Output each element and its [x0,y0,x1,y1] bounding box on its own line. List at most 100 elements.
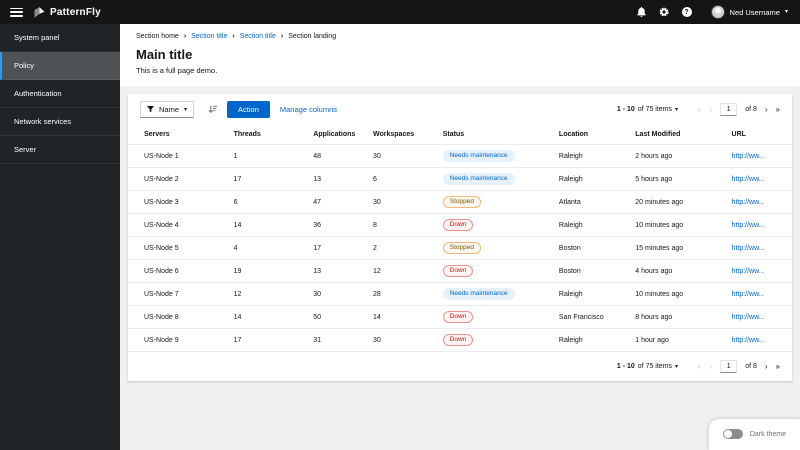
column-header-workspaces: Workspaces [373,131,415,138]
status-badge: Down [442,334,474,346]
breadcrumb-separator-icon: › [183,33,187,40]
cell-status: Down [436,305,553,329]
column-header-server: Servers [144,131,170,138]
first-page-button[interactable]: « [697,105,701,114]
sidebar-nav: System panel Policy Authentication Network … [0,24,120,450]
page-header: Section home › Section title › Section title… [120,24,800,86]
action-button[interactable]: Action [227,101,270,118]
url-link[interactable]: http://ww... [732,314,765,321]
toolbar: Name ▾ Action Manage columns 1 - 10 of 7… [128,94,792,125]
cell-server: US-Node 9 [128,328,228,351]
first-page-button[interactable]: « [697,362,701,371]
pagination-bottom: 1 - 10 of 75 items ▾ « ‹ of 8 › » [617,360,780,373]
nav-toggle-hamburger-icon[interactable] [10,7,23,17]
cell-url: http://ww... [725,144,792,168]
url-link[interactable]: http://ww... [732,268,765,275]
notifications-bell-icon[interactable] [636,7,646,17]
chevron-down-icon: ▾ [184,106,188,113]
cell-url: http://ww... [725,282,792,306]
cell-applications: 13 [307,167,368,191]
status-badge: Down [442,311,474,323]
breadcrumb-item[interactable]: Section title [240,33,276,40]
sidebar-item-network-services[interactable]: Network services [0,108,120,136]
last-page-button[interactable]: » [776,362,780,371]
table-row: US-Node 4 14 36 8 Down Raleigh 10 minutes ago h… [128,213,792,237]
help-question-icon[interactable]: ? [681,7,692,17]
cell-modified: 15 minutes ago [629,236,726,260]
url-link[interactable]: http://ww... [732,153,765,160]
brand[interactable]: PatternFly [33,6,101,19]
current-page-input[interactable] [720,103,738,116]
toggle-knob [723,430,732,438]
cell-applications: 13 [307,259,368,283]
sidebar-item-system-panel[interactable]: System panel [0,24,120,52]
url-link[interactable]: http://ww... [732,337,765,344]
page-subtitle: This is a full page demo. [136,66,218,75]
sort-button[interactable] [208,105,218,114]
column-header-threads: Threads [233,131,261,138]
cell-workspaces: 8 [367,213,437,237]
pagination-range-dropdown[interactable]: 1 - 10 of 75 items ▾ [617,106,678,113]
cell-status: Down [436,328,553,351]
chevron-down-icon: ▾ [784,9,788,15]
cell-threads: 17 [227,167,308,191]
cell-url: http://ww... [725,213,792,237]
cell-status: Needs maintenance [436,282,553,306]
cell-status: Needs maintenance [436,167,553,191]
cell-workspaces: 12 [367,259,437,283]
cell-threads: 14 [227,305,308,329]
cell-status: Down [436,213,553,237]
cell-location: Raleigh [552,167,630,191]
cell-url: http://ww... [725,259,792,283]
chevron-down-icon: ▾ [675,106,679,113]
table-header-row: Servers Threads Applications Workspaces Stat… [128,125,792,145]
breadcrumb-item[interactable]: Section title [191,33,227,40]
cell-location: Raleigh [552,144,630,168]
cell-server: US-Node 3 [128,190,228,214]
sidebar-item-server[interactable]: Server [0,136,120,164]
table-row: US-Node 9 17 31 30 Down Raleigh 1 hour ago http… [128,328,792,351]
current-page-input[interactable] [720,360,738,373]
next-page-button[interactable]: › [765,362,768,371]
url-link[interactable]: http://ww... [732,245,765,252]
url-link[interactable]: http://ww... [732,222,765,229]
column-header-modified: Last Modified [635,131,681,138]
cell-server: US-Node 2 [128,167,228,191]
cell-workspaces: 2 [367,236,437,260]
filter-dropdown[interactable]: Name ▾ [140,101,195,118]
cell-status: Needs maintenance [436,144,553,168]
settings-gear-icon[interactable] [658,7,669,17]
manage-columns-link[interactable]: Manage columns [280,105,337,114]
prev-page-button[interactable]: ‹ [710,105,713,114]
page-title: Main title [136,47,193,62]
table-body: US-Node 1 1 48 30 Needs maintenance Raleigh 2 … [128,144,792,351]
cell-applications: 17 [307,236,368,260]
prev-page-button[interactable]: ‹ [710,362,713,371]
cell-threads: 14 [227,213,308,237]
cell-applications: 50 [307,305,368,329]
cell-applications: 47 [307,190,368,214]
sidebar-item-authentication[interactable]: Authentication [0,80,120,108]
card-footer: 1 - 10 of 75 items ▾ « ‹ of 8 › » [128,351,792,381]
url-link[interactable]: http://ww... [732,199,765,206]
sidebar-item-policy[interactable]: Policy [0,52,120,80]
last-page-button[interactable]: » [776,105,780,114]
status-badge: Down [442,265,474,277]
cell-url: http://ww... [725,167,792,191]
table-row: US-Node 5 4 17 2 Stopped Boston 15 minutes ago… [128,236,792,260]
cell-server: US-Node 1 [128,144,228,168]
cell-applications: 31 [307,328,368,351]
cell-applications: 48 [307,144,368,168]
cell-location: Raleigh [552,213,630,237]
breadcrumb-item: Section home [136,33,179,40]
next-page-button[interactable]: › [765,105,768,114]
url-link[interactable]: http://ww... [732,291,765,298]
pagination-range-dropdown[interactable]: 1 - 10 of 75 items ▾ [617,363,678,370]
dark-theme-toggle[interactable] [722,429,743,439]
url-link[interactable]: http://ww... [732,176,765,183]
cell-server: US-Node 8 [128,305,228,329]
filter-funnel-icon [147,106,154,113]
cell-status: Stopped [436,190,553,214]
user-menu[interactable]: Ned Username ▾ [710,5,788,19]
cell-url: http://ww... [725,305,792,329]
